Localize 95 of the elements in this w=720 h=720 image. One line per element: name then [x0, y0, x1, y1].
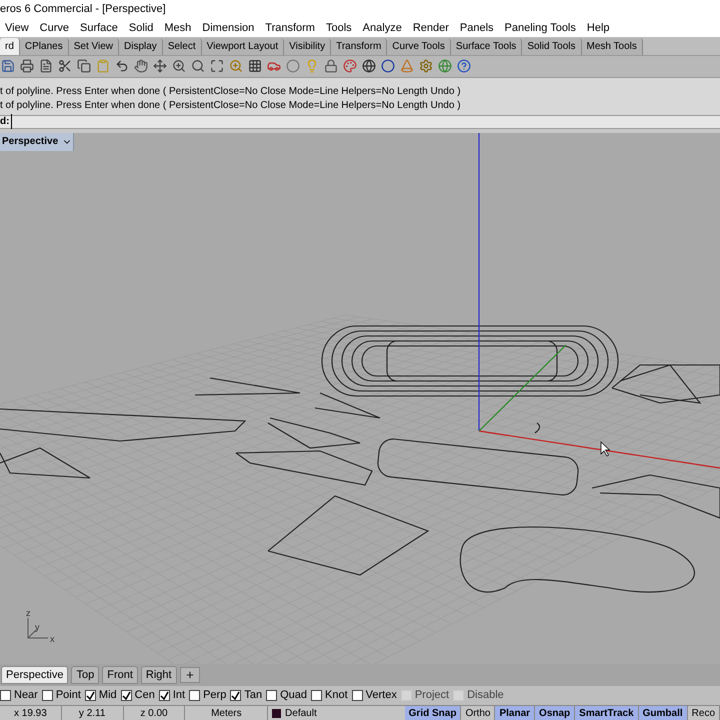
- viewport-title: Perspective: [2, 135, 58, 150]
- axes-icon: [28, 617, 48, 638]
- lock-icon[interactable]: [324, 59, 338, 74]
- axis-label: y: [35, 620, 40, 634]
- osnap-label: Point: [56, 688, 81, 704]
- osnap-label: Cen: [134, 688, 155, 704]
- viewport-tab[interactable]: Front: [102, 666, 138, 684]
- osnap-label: Near: [14, 688, 38, 704]
- osnap-checkbox[interactable]: [352, 690, 363, 702]
- osnap-label: Knot: [325, 688, 348, 704]
- units-readout: Meters: [185, 706, 268, 720]
- viewport-tab[interactable]: Right: [140, 666, 177, 684]
- menu-item[interactable]: Surface: [80, 20, 118, 36]
- add-viewport-button[interactable]: [180, 667, 200, 684]
- toolbar-tab[interactable]: Curve Tools: [387, 38, 451, 55]
- coordinate-readout: z 0.00: [124, 706, 186, 720]
- osnap-checkbox[interactable]: [120, 690, 132, 702]
- palette-icon[interactable]: [343, 59, 357, 74]
- toolbar-tab[interactable]: Visibility: [284, 38, 332, 55]
- document-icon[interactable]: [39, 59, 53, 74]
- layer-name[interactable]: Default: [281, 706, 405, 720]
- menu-item[interactable]: Panels: [460, 20, 494, 36]
- osnap-label: Project: [414, 688, 450, 704]
- scissors-icon[interactable]: [58, 59, 72, 74]
- zoom-in-icon[interactable]: [172, 59, 186, 74]
- menu-item[interactable]: Tools: [326, 20, 352, 36]
- toolbar-tab[interactable]: Viewport Layout: [202, 38, 284, 55]
- command-history-line: t of polyline. Press Enter when done ( PersistentClose=No Close Mode=Line Helpers=No Length Undo ): [0, 98, 462, 113]
- osnap-checkbox[interactable]: [230, 690, 242, 702]
- viewport-tab[interactable]: Perspective: [1, 666, 68, 684]
- plus-icon: [184, 670, 195, 680]
- status-toggle[interactable]: Reco: [688, 706, 720, 720]
- osnap-checkbox[interactable]: [311, 690, 322, 702]
- toolbar-tab[interactable]: Set View: [68, 38, 120, 55]
- maximize-icon[interactable]: [210, 59, 224, 74]
- toolbar-tab[interactable]: Transform: [331, 38, 388, 55]
- toolbar-tab[interactable]: Select: [162, 38, 202, 55]
- toolbar-tab[interactable]: CPlanes: [20, 38, 69, 55]
- move-icon[interactable]: [153, 59, 167, 74]
- osnap-checkbox[interactable]: [0, 690, 11, 702]
- status-toggle[interactable]: SmartTrack: [575, 706, 639, 720]
- coordinate-readout: y 2.11: [62, 706, 124, 720]
- osnap-checkbox[interactable]: [266, 690, 278, 702]
- menu-item[interactable]: Curve: [40, 20, 69, 36]
- menu-item[interactable]: Mesh: [164, 20, 192, 36]
- menu-item[interactable]: Help: [586, 20, 610, 36]
- clipboard-icon[interactable]: [96, 59, 110, 74]
- command-field[interactable]: d:: [0, 114, 720, 129]
- window-title: eros 6 Commercial - [Perspective]: [0, 2, 166, 18]
- osnap-checkbox[interactable]: [84, 690, 96, 702]
- status-toggle[interactable]: Gumball: [638, 706, 688, 720]
- menu-item[interactable]: Dimension: [202, 20, 254, 36]
- gear-icon[interactable]: [419, 59, 433, 74]
- viewport[interactable]: Perspective z y x: [0, 132, 720, 664]
- help-icon[interactable]: [457, 59, 471, 74]
- layer-swatch[interactable]: [272, 708, 282, 718]
- search-icon[interactable]: [191, 59, 205, 74]
- osnap-checkbox[interactable]: [42, 690, 53, 702]
- menu-item[interactable]: Paneling Tools: [504, 20, 576, 36]
- menu-item[interactable]: Analyze: [362, 20, 402, 36]
- menu-item[interactable]: Solid: [128, 20, 154, 36]
- toolbar-tab[interactable]: Solid Tools: [522, 38, 582, 55]
- command-prompt: d:: [0, 114, 12, 130]
- viewport-title-button[interactable]: Perspective: [0, 132, 74, 151]
- toolbar-tab[interactable]: Display: [119, 38, 163, 55]
- osnap-label: Mid: [98, 688, 117, 704]
- save-icon[interactable]: [1, 59, 15, 74]
- viewport-tab[interactable]: Top: [71, 666, 100, 684]
- status-toggle[interactable]: Planar: [495, 706, 536, 720]
- cursor-icon: [600, 440, 610, 456]
- coordinate-readout: x 19.93: [0, 706, 62, 720]
- osnap-label: Quad: [280, 688, 307, 704]
- osnap-label: Int: [172, 688, 186, 704]
- toolbar-tab[interactable]: rd: [0, 38, 20, 55]
- axis-label: x: [50, 632, 54, 646]
- printer-icon[interactable]: [20, 59, 34, 74]
- command-history-line: t of polyline. Press Enter when done ( PersistentClose=No Close Mode=Line Helpers=No Length Undo ): [0, 84, 462, 99]
- osnap-label: Disable: [467, 688, 504, 704]
- status-toggle[interactable]: Grid Snap: [404, 706, 462, 720]
- osnap-checkbox[interactable]: [158, 690, 170, 702]
- copy-icon[interactable]: [77, 59, 91, 74]
- hand-icon[interactable]: [134, 59, 148, 74]
- undo-icon[interactable]: [115, 59, 129, 74]
- menu-item[interactable]: Transform: [265, 20, 315, 36]
- menu-item[interactable]: View: [5, 20, 29, 36]
- status-toggle[interactable]: Osnap: [535, 706, 576, 720]
- osnap-label: Vertex: [366, 688, 397, 704]
- toolbar-tab[interactable]: Surface Tools: [450, 38, 522, 55]
- toolbar-tab[interactable]: Mesh Tools: [582, 38, 643, 55]
- osnap-label: Tan: [244, 688, 262, 704]
- osnap-checkbox[interactable]: [189, 690, 200, 702]
- menu-item[interactable]: Render: [412, 20, 449, 36]
- osnap-label: Perp: [203, 688, 226, 704]
- grid-icon[interactable]: [248, 59, 262, 74]
- axis-label: z: [26, 606, 30, 620]
